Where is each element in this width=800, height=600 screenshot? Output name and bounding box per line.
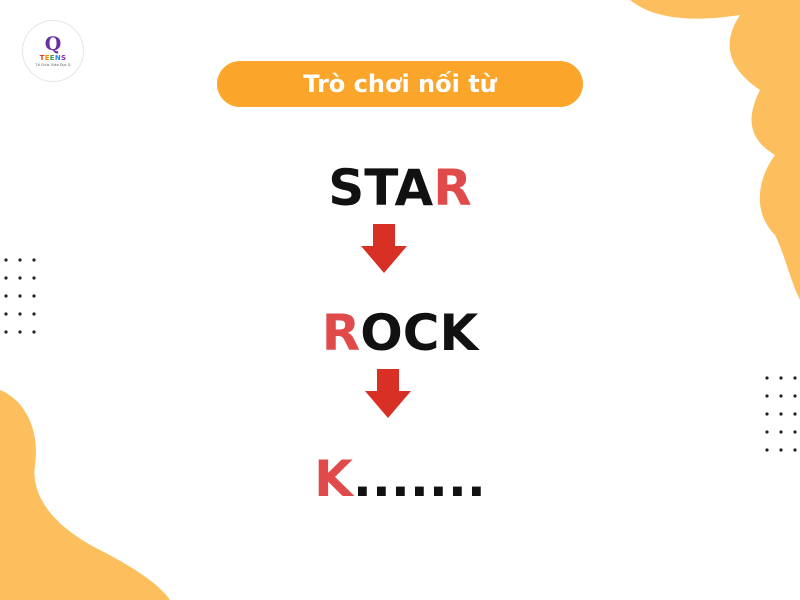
page-title: Trò chơi nối từ xyxy=(303,70,497,98)
word-last-letter: R xyxy=(433,159,472,217)
word-body: OCK xyxy=(360,304,479,362)
word-first-letter: K xyxy=(314,450,353,508)
word-body: STA xyxy=(328,159,434,217)
word-first-letter: R xyxy=(321,304,361,362)
down-arrow-icon xyxy=(361,224,407,273)
word-rock: ROCK xyxy=(0,303,800,363)
top-right-blob xyxy=(630,0,800,300)
down-arrow-icon xyxy=(365,369,411,418)
logo-tagline: Tổ Chức Giáo Dục Q xyxy=(35,63,71,67)
logo-letter: Q xyxy=(44,33,62,55)
word-star: STAR xyxy=(0,158,800,218)
right-dot-grid xyxy=(765,376,797,452)
word-blank: ....... xyxy=(352,450,486,508)
title-banner: Trò chơi nối từ xyxy=(217,61,583,107)
logo-name: TEENS xyxy=(39,54,67,62)
word-k-blank: K....... xyxy=(0,449,800,509)
logo: Q TEENS Tổ Chức Giáo Dục Q xyxy=(22,20,84,82)
